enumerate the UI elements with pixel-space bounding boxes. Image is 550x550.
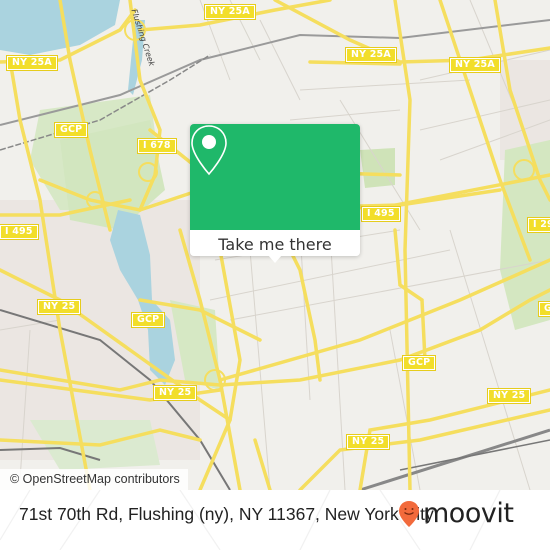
route-shield-i295: I 295 bbox=[527, 217, 550, 233]
moovit-smiley-pin-icon bbox=[399, 501, 419, 527]
route-shield-ny25: NY 25 bbox=[36, 299, 82, 315]
moovit-wordmark: moovit bbox=[423, 498, 514, 529]
moovit-logo[interactable]: moovit bbox=[398, 498, 514, 529]
take-me-there-popup[interactable]: Take me there bbox=[190, 124, 360, 256]
route-shield-gcp: GCP bbox=[53, 122, 89, 138]
map-canvas[interactable]: Flushing Creek NY 25A NY 25A NY 25A NY 2… bbox=[0, 0, 550, 490]
popup-pointer bbox=[268, 255, 282, 263]
route-shield-ny25a: NY 25A bbox=[6, 55, 58, 71]
route-shield-i495: I 495 bbox=[361, 206, 401, 222]
route-shield-ny25: NY 25 bbox=[345, 434, 391, 450]
route-shield-ny25a: NY 25A bbox=[204, 4, 256, 20]
route-shield-ny25: NY 25 bbox=[486, 388, 532, 404]
route-shield-gcp: GCP bbox=[401, 355, 437, 371]
map-attribution[interactable]: © OpenStreetMap contributors bbox=[0, 469, 188, 490]
footer: 71st 70th Rd, Flushing (ny), NY 11367, N… bbox=[0, 490, 550, 550]
popup-header bbox=[190, 124, 360, 230]
route-shield-gcp: GCP bbox=[130, 312, 166, 328]
park-area bbox=[360, 148, 395, 188]
take-me-there-button[interactable]: Take me there bbox=[190, 230, 360, 256]
route-shield-ny25: NY 25 bbox=[152, 385, 198, 401]
route-shield-ny25a: NY 25A bbox=[345, 47, 397, 63]
address-text: 71st 70th Rd, Flushing (ny), NY 11367, N… bbox=[19, 504, 434, 524]
location-pin-icon bbox=[191, 125, 227, 176]
route-shield-i495: I 495 bbox=[0, 224, 39, 240]
route-shield-ny25a: NY 25A bbox=[449, 57, 501, 73]
route-shield-gcp: G bbox=[538, 301, 550, 317]
route-shield-i678: I 678 bbox=[137, 138, 177, 154]
